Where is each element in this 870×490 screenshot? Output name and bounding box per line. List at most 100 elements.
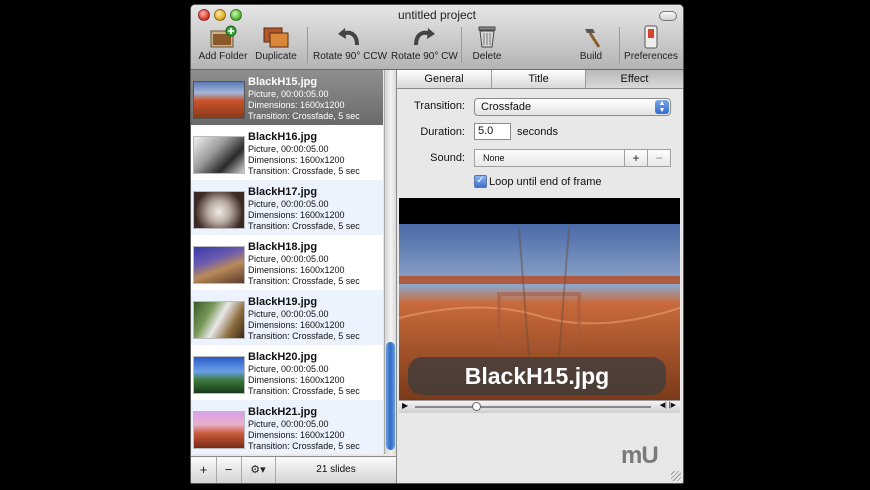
slide-dimensions: Dimensions: 1600x1200: [248, 374, 345, 385]
rotate-cw-icon: [410, 25, 438, 49]
slide-name: BlackH15.jpg: [248, 76, 318, 88]
remove-sound-button[interactable]: −: [647, 150, 670, 166]
add-slide-button[interactable]: +: [191, 457, 217, 483]
duration-field[interactable]: 5.0: [474, 123, 511, 140]
slide-thumbnail: [193, 246, 245, 284]
rotate-cw-button[interactable]: Rotate 90° CW: [391, 25, 458, 67]
window-title: untitled project: [397, 8, 477, 22]
trash-icon: [473, 25, 501, 49]
slide-thumbnail: [193, 136, 245, 174]
list-item[interactable]: BlackH16.jpg Picture, 00:00:05.00 Dimens…: [191, 125, 383, 180]
add-folder-label: Add Folder: [198, 51, 248, 62]
slide-type: Picture, 00:00:05.00: [248, 89, 329, 99]
toolbar-area: untitled project Add Folder Duplicate Ro…: [191, 5, 683, 70]
transition-label: Transition:: [414, 100, 465, 112]
slide-transition: Transition: Crossfade, 5 sec: [248, 110, 360, 121]
slide-meta: BlackH21.jpg Picture, 00:00:05.00 Dimens…: [248, 406, 360, 451]
slide-dimensions: Dimensions: 1600x1200: [248, 99, 345, 110]
rotate-cw-label: Rotate 90° CW: [391, 51, 458, 62]
slide-type: Picture, 00:00:05.00: [248, 309, 329, 319]
toolbar-separator: [619, 27, 620, 63]
build-label: Build: [579, 51, 603, 62]
tab-general[interactable]: General: [397, 70, 492, 88]
duplicate-button[interactable]: Duplicate: [251, 25, 301, 67]
preferences-label: Preferences: [624, 51, 678, 62]
toolbar-separator: [461, 27, 462, 63]
slide-meta: BlackH18.jpg Picture, 00:00:05.00 Dimens…: [248, 241, 360, 286]
slide-transition: Transition: Crossfade, 5 sec: [248, 440, 360, 451]
slide-preview: BlackH15.jpg: [399, 198, 680, 400]
hammer-icon: [577, 25, 605, 49]
loop-checkbox[interactable]: ✓: [474, 175, 487, 188]
list-item[interactable]: BlackH17.jpg Picture, 00:00:05.00 Dimens…: [191, 180, 383, 235]
add-folder-icon: [209, 25, 237, 49]
duration-label: Duration:: [420, 126, 465, 138]
slide-transition: Transition: Crossfade, 5 sec: [248, 385, 360, 396]
slide-dimensions: Dimensions: 1600x1200: [248, 429, 345, 440]
slide-name: BlackH19.jpg: [248, 296, 318, 308]
slide-thumbnail: [193, 411, 245, 449]
slide-name: BlackH18.jpg: [248, 241, 318, 253]
slide-thumbnail: [193, 81, 245, 119]
delete-label: Delete: [472, 51, 502, 62]
scrubber-knob[interactable]: [472, 402, 481, 411]
build-button[interactable]: Build: [571, 25, 611, 67]
duplicate-icon: [262, 25, 290, 49]
inspector-tabs: General Title Effect: [397, 70, 683, 89]
slide-name: BlackH20.jpg: [248, 351, 318, 363]
toolbar-toggle-button[interactable]: [659, 11, 677, 21]
remove-slide-button[interactable]: −: [216, 457, 242, 483]
loop-label: Loop until end of frame: [489, 176, 602, 188]
scrollbar-thumb[interactable]: [386, 342, 395, 450]
tab-effect[interactable]: Effect: [586, 70, 683, 88]
sound-value: None: [483, 153, 505, 163]
add-sound-button[interactable]: +: [624, 150, 647, 166]
list-item[interactable]: BlackH21.jpg Picture, 00:00:05.00 Dimens…: [191, 400, 383, 454]
transition-value: Crossfade: [481, 101, 532, 113]
slide-transition: Transition: Crossfade, 5 sec: [248, 220, 360, 231]
tab-title[interactable]: Title: [492, 70, 586, 88]
playback-controls: ▶ ◀| |▶: [399, 400, 680, 413]
gear-menu-button[interactable]: ⚙▾: [241, 457, 276, 483]
scrubber-track[interactable]: [415, 406, 651, 408]
slide-type: Picture, 00:00:05.00: [248, 254, 329, 264]
duration-unit: seconds: [517, 126, 558, 138]
transition-select[interactable]: Crossfade ▲ ▼: [474, 98, 671, 116]
slide-meta: BlackH20.jpg Picture, 00:00:05.00 Dimens…: [248, 351, 360, 396]
delete-button[interactable]: Delete: [467, 25, 507, 67]
slide-thumbnail: [193, 301, 245, 339]
slide-name: BlackH16.jpg: [248, 131, 318, 143]
play-icon[interactable]: ▶: [402, 401, 408, 410]
slide-dimensions: Dimensions: 1600x1200: [248, 154, 345, 165]
resize-grip[interactable]: [671, 471, 681, 481]
slide-meta: BlackH19.jpg Picture, 00:00:05.00 Dimens…: [248, 296, 360, 341]
preferences-switch-icon: [637, 25, 665, 49]
app-window: untitled project Add Folder Duplicate Ro…: [190, 4, 684, 484]
list-item[interactable]: BlackH15.jpg Picture, 00:00:05.00 Dimens…: [191, 70, 383, 125]
rotate-ccw-icon: [335, 25, 363, 49]
slide-type: Picture, 00:00:05.00: [248, 199, 329, 209]
preview-caption: BlackH15.jpg: [408, 357, 666, 395]
rotate-ccw-label: Rotate 90° CCW: [313, 51, 388, 62]
sound-list[interactable]: None + −: [474, 149, 671, 167]
preferences-button[interactable]: Preferences: [621, 25, 681, 67]
step-buttons-icon[interactable]: ◀| |▶: [660, 401, 676, 409]
slide-name: BlackH17.jpg: [248, 186, 318, 198]
slide-count: 21 slides: [316, 464, 356, 475]
slide-meta: BlackH16.jpg Picture, 00:00:05.00 Dimens…: [248, 131, 360, 176]
macupdate-logo: mU: [621, 442, 659, 469]
slide-meta: BlackH15.jpg Picture, 00:00:05.00 Dimens…: [248, 76, 360, 121]
list-item[interactable]: BlackH20.jpg Picture, 00:00:05.00 Dimens…: [191, 345, 383, 400]
slide-type: Picture, 00:00:05.00: [248, 144, 329, 154]
sound-label: Sound:: [430, 152, 465, 164]
slide-transition: Transition: Crossfade, 5 sec: [248, 330, 360, 341]
slide-thumbnail: [193, 356, 245, 394]
slide-dimensions: Dimensions: 1600x1200: [248, 209, 345, 220]
add-folder-button[interactable]: Add Folder: [197, 25, 249, 67]
list-footer: + − ⚙▾ 21 slides: [191, 456, 396, 483]
list-item[interactable]: BlackH18.jpg Picture, 00:00:05.00 Dimens…: [191, 235, 383, 290]
rotate-ccw-button[interactable]: Rotate 90° CCW: [313, 25, 388, 67]
slide-dimensions: Dimensions: 1600x1200: [248, 264, 345, 275]
list-item[interactable]: BlackH19.jpg Picture, 00:00:05.00 Dimens…: [191, 290, 383, 345]
slide-list[interactable]: BlackH15.jpg Picture, 00:00:05.00 Dimens…: [191, 70, 383, 454]
